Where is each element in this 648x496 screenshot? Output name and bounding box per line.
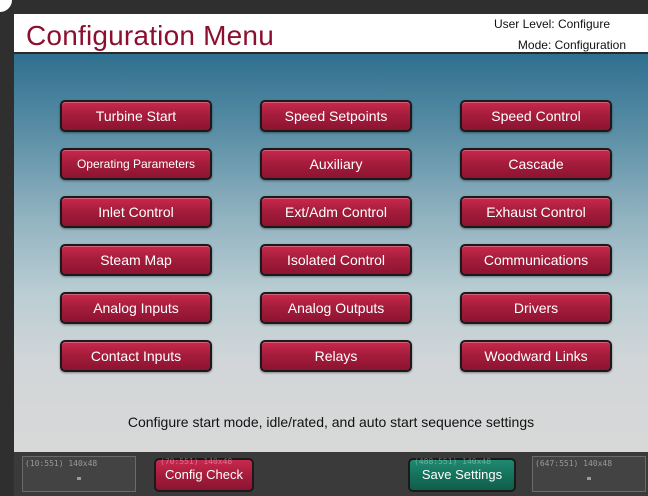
auxiliary-button[interactable]: Auxiliary <box>260 148 412 180</box>
softkey-bar: (10:551) 140x48 (70:551) 140x48 Config C… <box>14 452 648 496</box>
top-bezel <box>0 0 648 14</box>
softkey-slot-left[interactable]: (10:551) 140x48 <box>22 456 136 492</box>
configuration-screen: Configuration Menu User Level: Configure… <box>0 0 648 496</box>
save-settings-label: Save Settings <box>421 467 503 482</box>
config-check-label: Config Check <box>164 467 244 482</box>
inlet-control-button[interactable]: Inlet Control <box>60 196 212 228</box>
operating-parameters-button[interactable]: Operating Parameters <box>60 148 212 180</box>
ext-adm-control-button[interactable]: Ext/Adm Control <box>260 196 412 228</box>
user-level-text: User Level: Configure <box>493 17 610 31</box>
slot-indicator <box>587 477 591 480</box>
contact-inputs-button[interactable]: Contact Inputs <box>60 340 212 372</box>
config-check-overlay: (70:551) 140x48 <box>160 457 233 466</box>
drivers-button[interactable]: Drivers <box>460 292 612 324</box>
slot-indicator <box>77 477 81 480</box>
relays-button[interactable]: Relays <box>260 340 412 372</box>
speed-setpoints-button[interactable]: Speed Setpoints <box>260 100 412 132</box>
softkey-slot-right[interactable]: (647:551) 140x48 <box>532 456 646 492</box>
left-bezel <box>0 0 14 496</box>
analog-inputs-button[interactable]: Analog Inputs <box>60 292 212 324</box>
analog-outputs-button[interactable]: Analog Outputs <box>260 292 412 324</box>
slot-right-label: (647:551) 140x48 <box>535 459 613 468</box>
slot-left-label: (10:551) 140x48 <box>25 459 98 468</box>
save-settings-button[interactable]: (488:551) 140x48 Save Settings <box>408 457 516 492</box>
page-title: Configuration Menu <box>26 20 274 51</box>
config-check-button[interactable]: (70:551) 140x48 Config Check <box>154 457 254 492</box>
isolated-control-button[interactable]: Isolated Control <box>260 244 412 276</box>
communications-button[interactable]: Communications <box>460 244 612 276</box>
exhaust-control-button[interactable]: Exhaust Control <box>460 196 612 228</box>
header-bar: Configuration Menu User Level: Configure… <box>14 14 648 54</box>
woodward-links-button[interactable]: Woodward Links <box>460 340 612 372</box>
speed-control-button[interactable]: Speed Control <box>460 100 612 132</box>
steam-map-button[interactable]: Steam Map <box>60 244 212 276</box>
turbine-start-button[interactable]: Turbine Start <box>60 100 212 132</box>
cascade-button[interactable]: Cascade <box>460 148 612 180</box>
mode-text: Mode: Configuration <box>517 38 626 52</box>
save-settings-overlay: (488:551) 140x48 <box>414 457 492 466</box>
menu-panel: Turbine Start Speed Setpoints Speed Cont… <box>14 54 648 452</box>
selection-description: Configure start mode, idle/rated, and au… <box>127 414 535 430</box>
